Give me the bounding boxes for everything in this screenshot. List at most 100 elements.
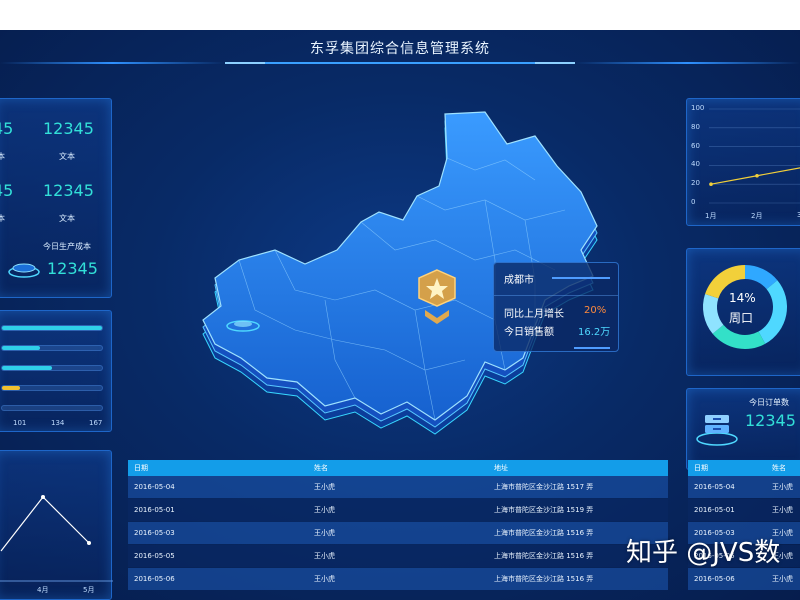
growth-value: 20% bbox=[584, 305, 607, 316]
x-axis-label: 2月 bbox=[751, 212, 763, 220]
pedestal-icon bbox=[8, 263, 40, 278]
donut-percent: 14% bbox=[729, 291, 756, 305]
bar-axis-tick: 101 bbox=[13, 419, 27, 427]
table-cell: 王小虎 bbox=[772, 483, 793, 491]
table-header: 日期 姓名 bbox=[688, 460, 800, 476]
table-row[interactable]: 2016-05-04 王小虎 bbox=[688, 476, 800, 498]
watermark: 知乎 @JVS数 bbox=[626, 538, 781, 568]
table-row[interactable]: 2016-05-01 王小虎 上海市普陀区金沙江路 1519 弄 bbox=[128, 499, 668, 521]
y-axis-tick: 20 bbox=[691, 179, 700, 188]
stat-label: 文本 bbox=[59, 152, 75, 161]
y-axis-tick: 0 bbox=[691, 198, 696, 206]
right-data-table: 日期 姓名 2016-05-04 王小虎 2016-05-01 王小虎 2016-05-… bbox=[688, 460, 800, 600]
data-table: 日期 姓名 地址 2016-05-04 王小虎 上海市普陀区金沙江路 1517 弄2… bbox=[128, 460, 668, 600]
line-series bbox=[0, 496, 90, 552]
left-bars-panel: 101 134 167 bbox=[0, 310, 112, 432]
table-cell: 2016-05-06 bbox=[694, 575, 735, 583]
bar-track bbox=[1, 405, 103, 411]
y-axis-tick: 40 bbox=[691, 160, 700, 169]
bar-track bbox=[1, 325, 103, 331]
table-cell: 王小虎 bbox=[314, 506, 335, 514]
cost-label: 今日生产成本 bbox=[43, 242, 91, 251]
line-point bbox=[87, 541, 91, 545]
table-row[interactable]: 2016-05-04 王小虎 上海市普陀区金沙江路 1517 弄 bbox=[128, 476, 668, 498]
page-title: 东孚集团综合信息管理系统 bbox=[225, 36, 575, 64]
table-row[interactable]: 2016-05-06 王小虎 上海市普陀区金沙江路 1516 弄 bbox=[128, 568, 668, 590]
column-header: 日期 bbox=[134, 464, 148, 472]
table-cell: 王小虎 bbox=[314, 575, 335, 583]
bar-axis-tick: 134 bbox=[51, 419, 65, 427]
y-axis-tick: 80 bbox=[691, 122, 700, 131]
table-cell: 2016-05-04 bbox=[134, 483, 175, 491]
city-info-card: 成都市 同比上月增长 20% 今日销售额 16.2万 bbox=[493, 262, 619, 352]
folder-stack-icon bbox=[696, 415, 738, 446]
table-cell: 2016-05-03 bbox=[134, 529, 175, 537]
bar-fill bbox=[2, 346, 40, 350]
column-header: 地址 bbox=[494, 464, 508, 472]
table-row[interactable]: 2016-05-06 王小虎 bbox=[688, 568, 800, 590]
right-line-chart bbox=[709, 108, 800, 204]
table-cell: 2016-05-06 bbox=[134, 575, 175, 583]
table-cell: 王小虎 bbox=[314, 483, 335, 491]
orders-value: 12345 bbox=[745, 411, 796, 430]
header-bar: 东孚集团综合信息管理系统 bbox=[0, 30, 800, 70]
bar-fill bbox=[2, 386, 20, 390]
city-name: 成都市 bbox=[504, 275, 534, 286]
orders-label: 今日订单数 bbox=[749, 398, 789, 407]
header-right-line bbox=[575, 62, 800, 64]
right-line-chart-panel: 100 80 60 40 20 0 1月 2月 3 bbox=[686, 98, 800, 226]
table-cell: 上海市普陀区金沙江路 1516 弄 bbox=[494, 552, 594, 560]
column-header: 日期 bbox=[694, 464, 708, 472]
partial-stat-label: 本 bbox=[0, 152, 5, 161]
table-cell: 上海市普陀区金沙江路 1516 弄 bbox=[494, 529, 594, 537]
table-row[interactable]: 2016-05-03 王小虎 上海市普陀区金沙江路 1516 弄 bbox=[128, 522, 668, 544]
table-cell: 王小虎 bbox=[314, 529, 335, 537]
table-row[interactable]: 2016-05-05 王小虎 上海市普陀区金沙江路 1516 弄 bbox=[128, 545, 668, 567]
column-header: 姓名 bbox=[772, 464, 786, 472]
table-row[interactable]: 2016-05-01 王小虎 bbox=[688, 499, 800, 521]
line-point bbox=[709, 182, 713, 186]
partial-stat-value: 45 bbox=[0, 181, 14, 200]
donut-slice bbox=[758, 280, 787, 344]
bar-track bbox=[1, 345, 103, 351]
sales-label: 今日销售额 bbox=[504, 327, 554, 338]
bar-fill bbox=[2, 326, 102, 330]
table-cell: 王小虎 bbox=[772, 575, 793, 583]
donut-label: 周口 bbox=[729, 311, 754, 325]
table-header: 日期 姓名 地址 bbox=[128, 460, 668, 476]
cost-value: 12345 bbox=[47, 259, 98, 278]
left-line-chart-panel: 4月 5月 bbox=[0, 450, 113, 600]
table-cell: 2016-05-01 bbox=[694, 506, 735, 514]
table-cell: 2016-05-05 bbox=[134, 552, 175, 560]
left-line-chart bbox=[0, 495, 113, 582]
orders-panel: 今日订单数 12345 bbox=[686, 388, 800, 470]
partial-stat-value: 45 bbox=[0, 119, 14, 138]
bar-axis-tick: 167 bbox=[89, 419, 103, 427]
table-cell: 上海市普陀区金沙江路 1516 弄 bbox=[494, 575, 594, 583]
y-axis-tick: 100 bbox=[691, 104, 705, 112]
stat-value: 12345 bbox=[43, 181, 94, 200]
line-point bbox=[755, 173, 759, 178]
x-axis-label: 5月 bbox=[83, 586, 95, 594]
growth-label: 同比上月增长 bbox=[504, 309, 564, 320]
partial-stat-label: 本 bbox=[0, 214, 5, 223]
header-left-line bbox=[0, 62, 225, 64]
dashboard-screen: 东孚集团综合信息管理系统 45 12345 本 文本 45 12345 本 文本… bbox=[0, 30, 800, 600]
stat-label: 文本 bbox=[59, 214, 75, 223]
bar-track bbox=[1, 385, 103, 391]
city-underline bbox=[552, 277, 610, 279]
table-cell: 2016-05-01 bbox=[134, 506, 175, 514]
left-stats-panel: 45 12345 本 文本 45 12345 本 文本 今日生产成本 12345 bbox=[0, 98, 112, 298]
x-axis-label: 4月 bbox=[37, 586, 49, 594]
donut-panel: 14% 周口 bbox=[686, 248, 800, 376]
table-cell: 上海市普陀区金沙江路 1519 弄 bbox=[494, 506, 594, 514]
stat-value: 12345 bbox=[43, 119, 94, 138]
donut-slice bbox=[712, 324, 766, 349]
table-cell: 王小虎 bbox=[772, 506, 793, 514]
bar-track bbox=[1, 365, 103, 371]
bar-fill bbox=[2, 366, 52, 370]
table-cell: 上海市普陀区金沙江路 1517 弄 bbox=[494, 483, 594, 491]
table-cell: 王小虎 bbox=[314, 552, 335, 560]
table-cell: 2016-05-04 bbox=[694, 483, 735, 491]
column-header: 姓名 bbox=[314, 464, 328, 472]
